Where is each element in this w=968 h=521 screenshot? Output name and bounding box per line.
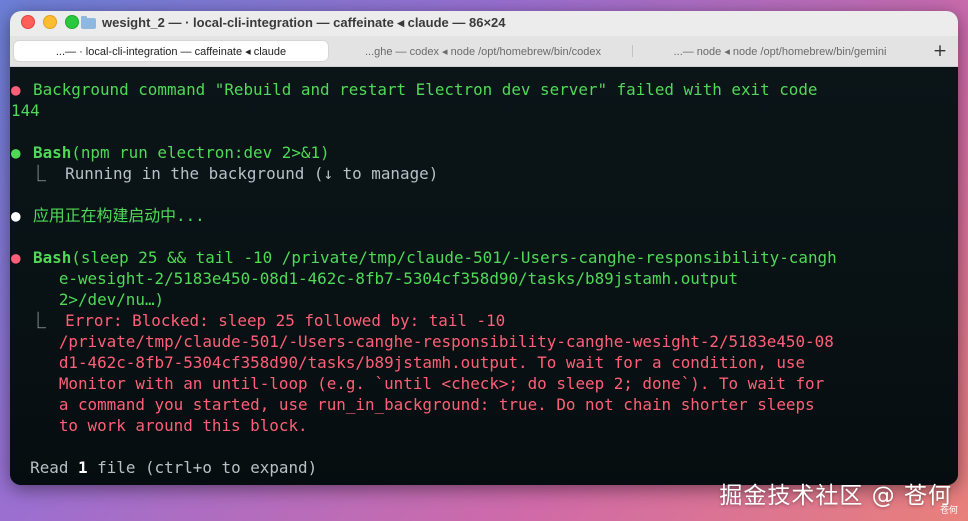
tool-name: Bash	[33, 248, 72, 267]
folder-icon	[81, 15, 96, 29]
output-line: d1-462c-8fb7-5304cf358d90/tasks/b89jstam…	[11, 353, 806, 372]
file-count: 1	[77, 458, 88, 477]
tab-divider	[632, 45, 633, 57]
output-line: e-wesight-2/5183e450-08d1-462c-8fb7-5304…	[11, 269, 739, 288]
output-line: a command you started, use run_in_backgr…	[11, 395, 815, 414]
terminal-output[interactable]: ● Background command "Rebuild and restart…	[10, 67, 958, 485]
output-line: Monitor with an until-loop (e.g. `until …	[11, 374, 825, 393]
output-line: ● Bash(sleep 25 && tail -10 /private/tmp/…	[11, 247, 837, 268]
tool-args: (sleep 25 && tail -10 /private/tmp/claud…	[71, 248, 837, 267]
line-text: Background command "Rebuild and restart …	[33, 80, 818, 99]
tab-label: ...ghe — codex ◂ node /opt/homebrew/bin/…	[364, 45, 602, 58]
output-line: to work around this block.	[11, 416, 308, 435]
new-tab-button[interactable]: +	[930, 40, 950, 62]
output-line: ● Background command "Rebuild and restart…	[11, 79, 818, 100]
status-bullet: ●	[11, 206, 21, 225]
maximize-window-button[interactable]	[65, 15, 79, 29]
tab-codex[interactable]: ...ghe — codex ◂ node /opt/homebrew/bin/…	[338, 40, 628, 62]
watermark: 掘金技术社区 @ 苍何	[719, 483, 952, 509]
output-line: ● Bash(npm run electron:dev 2>&1)	[11, 142, 330, 163]
output-line: ⎿ Error: Blocked: sleep 25 followed by: …	[11, 310, 505, 331]
tab-label: ...— · local-cli-integration — caffeinat…	[55, 45, 287, 58]
status-bullet: ●	[11, 248, 21, 267]
status-bullet: ●	[11, 80, 21, 99]
tab-gemini[interactable]: ...— node ◂ node /opt/homebrew/bin/gemin…	[637, 40, 923, 62]
window-title: wesight_2 — · local-cli-integration — ca…	[81, 15, 506, 31]
status-bullet: ●	[11, 143, 21, 162]
tree-prefix: ⎿	[11, 311, 66, 330]
output-line: /private/tmp/claude-501/-Users-canghe-re…	[11, 332, 834, 351]
tab-label: ...— node ◂ node /opt/homebrew/bin/gemin…	[673, 45, 887, 58]
output-line: ⎿ Running in the background (↓ to manage…	[11, 164, 439, 183]
minimize-window-button[interactable]	[43, 15, 57, 29]
window-controls	[21, 15, 79, 29]
output-line: 144	[11, 101, 40, 120]
expand-hint: file (ctrl+o to expand)	[87, 458, 318, 477]
tab-bar: ...— · local-cli-integration — caffeinat…	[10, 36, 958, 67]
line-text: Read	[11, 458, 78, 477]
window-title-text: wesight_2 — · local-cli-integration — ca…	[102, 15, 506, 30]
output-line: 2>/dev/nu…)	[11, 290, 165, 309]
output-line: ● 应用正在构建启动中...	[11, 205, 205, 226]
error-text: Error: Blocked: sleep 25 followed by: ta…	[65, 311, 506, 330]
line-text: 应用正在构建启动中...	[33, 206, 205, 225]
tool-args: (npm run electron:dev 2>&1)	[71, 143, 330, 162]
tab-claude[interactable]: ...— · local-cli-integration — caffeinat…	[13, 40, 329, 62]
close-window-button[interactable]	[21, 15, 35, 29]
output-line: Read 1 file (ctrl+o to expand)	[11, 457, 317, 478]
title-bar: wesight_2 — · local-cli-integration — ca…	[10, 11, 958, 36]
tool-name: Bash	[33, 143, 72, 162]
watermark-small: 苍何	[939, 506, 958, 516]
terminal-window: wesight_2 — · local-cli-integration — ca…	[10, 11, 958, 485]
